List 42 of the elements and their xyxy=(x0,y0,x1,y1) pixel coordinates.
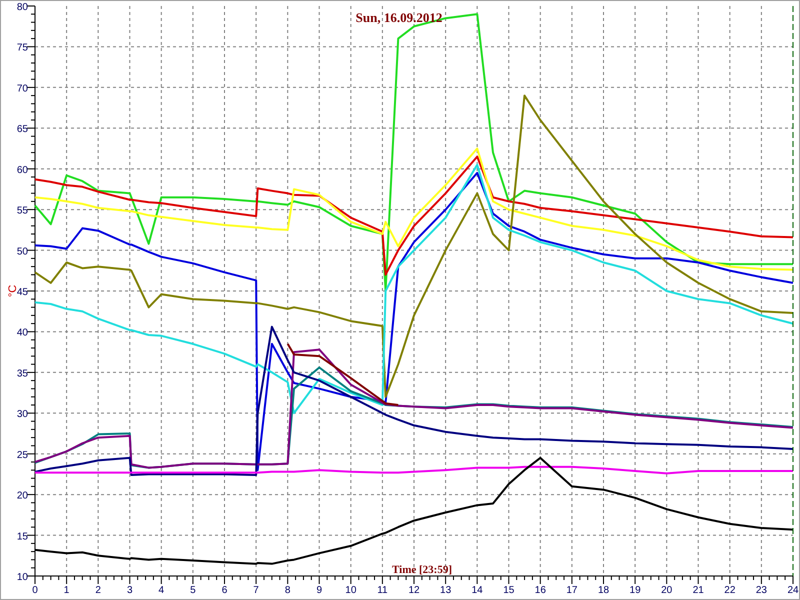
tick-label: 20 xyxy=(661,585,672,596)
tick-label: 18 xyxy=(598,585,610,596)
tick-label: 23 xyxy=(756,585,767,596)
tick-label: 11 xyxy=(377,585,388,596)
tick-label: 13 xyxy=(440,585,452,596)
tick-label: 25 xyxy=(16,450,28,461)
tick-label: 60 xyxy=(16,164,28,176)
tick-label: 65 xyxy=(16,124,28,136)
tick-label: 17 xyxy=(566,585,578,596)
tick-label: 3 xyxy=(126,585,133,596)
tick-label: 16 xyxy=(534,585,546,596)
tick-label: 75 xyxy=(16,42,28,54)
chart-title: Sun, 16.09.2012 xyxy=(356,10,442,25)
tick-label: 50 xyxy=(16,246,28,258)
tick-label: 8 xyxy=(284,585,290,596)
tick-label: 10 xyxy=(345,585,356,596)
tick-label: 15 xyxy=(503,585,514,596)
tick-label: 20 xyxy=(16,490,28,502)
tick-label: 14 xyxy=(472,585,483,596)
tick-label: 0 xyxy=(32,585,38,596)
tick-label: 19 xyxy=(630,585,641,596)
tick-label: 70 xyxy=(16,83,28,94)
axis-title: Time [23:59] xyxy=(392,564,452,576)
tick-label: 9 xyxy=(316,585,322,596)
tick-label: 24 xyxy=(787,585,799,596)
tick-label: 80 xyxy=(16,2,28,13)
tick-label: 15 xyxy=(16,531,28,542)
tick-label: 10 xyxy=(16,572,28,583)
tick-label: 30 xyxy=(16,409,28,420)
tick-label: 55 xyxy=(16,206,28,217)
tick-label: 6 xyxy=(222,585,228,596)
tick-label: 35 xyxy=(16,368,28,380)
tick-label: 1 xyxy=(64,585,70,596)
tick-label: 7 xyxy=(253,585,259,596)
tick-label: 5 xyxy=(190,585,196,596)
tick-label: 2 xyxy=(95,585,101,596)
tick-label: 45 xyxy=(16,287,28,298)
tick-label: 40 xyxy=(16,328,28,339)
tick-label: 21 xyxy=(692,585,704,596)
tick-label: 12 xyxy=(408,585,420,596)
tick-label: 22 xyxy=(724,585,736,596)
tick-label: 4 xyxy=(158,585,164,596)
